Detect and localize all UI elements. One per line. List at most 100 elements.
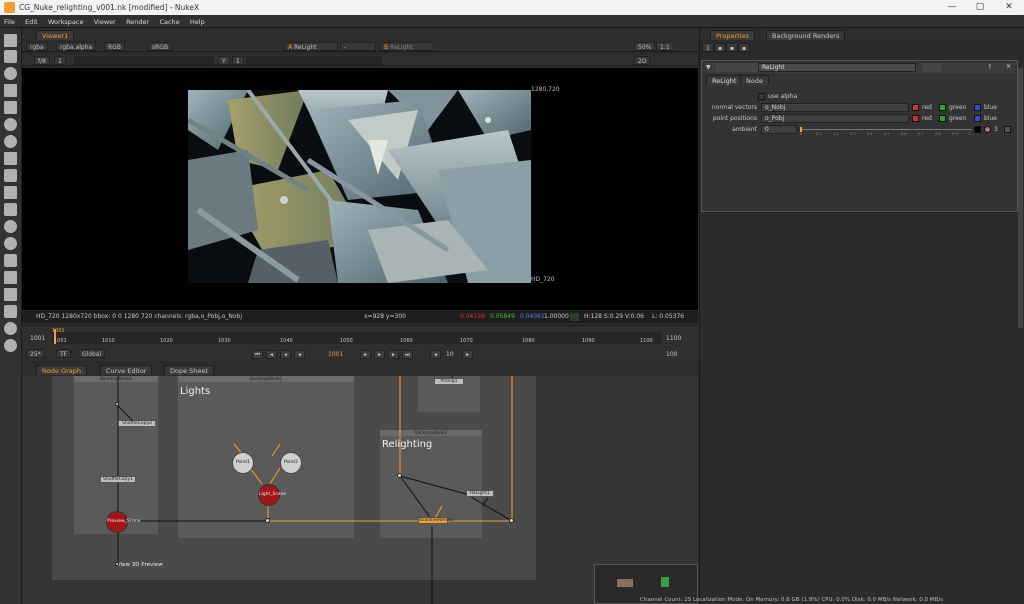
tab-viewer1[interactable]: Viewer1: [36, 30, 75, 40]
collapse-icon[interactable]: ▼: [706, 64, 711, 71]
color-wheel-icon[interactable]: [984, 126, 991, 133]
wipe-mode-dropdown[interactable]: -: [340, 42, 376, 51]
view-mode-dropdown[interactable]: 2D: [634, 56, 651, 65]
proxy-ratio-dropdown[interactable]: 1:1: [656, 42, 674, 51]
previous-keyframe-button[interactable]: ◂: [266, 350, 277, 359]
close-panel-icon[interactable]: ✕: [1006, 63, 1011, 70]
shuffle-copy-node[interactable]: ShuffleCopy1: [100, 476, 136, 483]
ambient-slider[interactable]: [800, 129, 972, 130]
input-a-dropdown[interactable]: A ReLight: [284, 42, 338, 51]
dot-node[interactable]: [115, 402, 119, 406]
nuke-logo-icon[interactable]: [4, 339, 17, 352]
timeline-start[interactable]: 1001: [30, 335, 45, 342]
node-header-buttons[interactable]: [716, 63, 760, 72]
tab-properties[interactable]: Properties: [710, 30, 755, 40]
help-icon[interactable]: ?: [988, 64, 991, 71]
maximize-button[interactable]: ▢: [973, 1, 987, 13]
node-color-buttons[interactable]: [922, 63, 942, 72]
point-light-node[interactable]: Point2: [280, 452, 302, 474]
menu-workspace[interactable]: Workspace: [44, 15, 88, 26]
furnace-tools-icon[interactable]: [4, 305, 17, 318]
menu-cache[interactable]: Cache: [155, 15, 183, 26]
play-forward-button[interactable]: ▸: [360, 350, 371, 359]
green-channel-checkbox[interactable]: [939, 104, 946, 111]
gamma-slider[interactable]: [246, 56, 382, 65]
increment-field[interactable]: 10: [446, 351, 454, 358]
frame-range-end-field[interactable]: 100: [666, 351, 677, 358]
timeline-end[interactable]: 1100: [666, 335, 681, 342]
step-back-increment-button[interactable]: ◂: [430, 350, 441, 359]
menu-help[interactable]: Help: [186, 15, 209, 26]
node-graph-canvas[interactable]: BackdropNode1 BackdropNode2 Lights Backd…: [22, 376, 698, 604]
fps-field[interactable]: 25*: [26, 349, 45, 358]
current-frame-field[interactable]: 1001: [328, 351, 343, 358]
view-3d-preview-label[interactable]: View 3D Preview: [117, 562, 163, 568]
goto-start-button[interactable]: ⏮: [252, 350, 263, 359]
float-icon[interactable]: ▪: [726, 43, 739, 52]
metadata-tools-icon[interactable]: [4, 254, 17, 267]
color-swatch-button[interactable]: [974, 126, 981, 133]
timeline-scope-dropdown[interactable]: Global: [78, 349, 106, 358]
step-back-button[interactable]: ◂: [280, 350, 291, 359]
tab-background-renders[interactable]: Background Renders: [766, 30, 846, 40]
viewer-lut-dropdown[interactable]: sRGB: [148, 42, 173, 51]
gamma-field[interactable]: 1: [232, 56, 244, 65]
blue-channel-checkbox[interactable]: [974, 104, 981, 111]
lock-icon[interactable]: ▪: [714, 43, 727, 52]
tab-relight[interactable]: ReLight: [706, 75, 743, 85]
red-channel-checkbox[interactable]: [912, 115, 919, 122]
keyer-tools-icon[interactable]: [4, 135, 17, 148]
fstop-field[interactable]: f/8: [34, 56, 50, 65]
input-b-dropdown[interactable]: B ReLight: [380, 42, 434, 51]
menu-file[interactable]: File: [0, 15, 19, 26]
gain-field[interactable]: 1: [54, 56, 66, 65]
colorspace-dropdown[interactable]: RGB: [104, 42, 125, 51]
toolsets-icon[interactable]: [4, 271, 17, 284]
merge-tools-icon[interactable]: [4, 152, 17, 165]
color-tools-icon[interactable]: [4, 101, 17, 114]
close-button[interactable]: ✕: [1002, 1, 1016, 13]
node-name-field[interactable]: ReLight: [758, 63, 916, 72]
channels-dropdown[interactable]: rgba: [26, 42, 48, 51]
point-positions-dropdown[interactable]: o_Pobj: [761, 114, 909, 123]
tab-node[interactable]: Node: [740, 75, 769, 85]
blue-channel-checkbox[interactable]: [974, 115, 981, 122]
shuffle-copy-node[interactable]: ShuffleCopy2: [118, 420, 156, 427]
3d-tools-icon[interactable]: [4, 186, 17, 199]
animation-menu-icon[interactable]: [1004, 126, 1011, 133]
particles-tools-icon[interactable]: [4, 203, 17, 216]
other-tools-icon[interactable]: [4, 288, 17, 301]
ambient-value-field[interactable]: 0: [761, 125, 797, 134]
deep-tools-icon[interactable]: [4, 220, 17, 233]
alpha-channel-dropdown[interactable]: rgba.alpha: [56, 42, 97, 51]
green-channel-checkbox[interactable]: [939, 115, 946, 122]
tab-node-graph[interactable]: Node Graph: [36, 365, 87, 375]
dot-node[interactable]: [397, 473, 402, 478]
image-tools-icon[interactable]: [4, 34, 17, 47]
preview-scene-node[interactable]: Preview_Scene: [106, 511, 141, 533]
play-backward-button[interactable]: ◂: [294, 350, 305, 359]
draw-tools-icon[interactable]: [4, 50, 17, 63]
settings-gear-icon[interactable]: [4, 322, 17, 335]
use-alpha-checkbox[interactable]: [758, 93, 765, 100]
next-keyframe-button[interactable]: ▸: [388, 350, 399, 359]
phong-shader-node[interactable]: Phong1: [434, 378, 464, 385]
normal-vectors-dropdown[interactable]: o_Nobj: [761, 103, 909, 112]
max-panels-field[interactable]: 1: [702, 43, 714, 52]
scanline-render-node[interactable]: ScanlineRender: [418, 517, 454, 524]
tab-dope-sheet[interactable]: Dope Sheet: [164, 365, 214, 375]
channel-tools-icon[interactable]: [4, 84, 17, 97]
clear-panels-icon[interactable]: ▪: [738, 43, 751, 52]
dot-node[interactable]: [115, 562, 119, 566]
menu-edit[interactable]: Edit: [21, 15, 42, 26]
gain-slider[interactable]: [74, 56, 214, 65]
step-forward-increment-button[interactable]: ▸: [462, 350, 473, 359]
menu-viewer[interactable]: Viewer: [90, 15, 120, 26]
timeline[interactable]: 1001 1001 1001 1010 1020 1030 1040 1050 …: [22, 325, 698, 361]
goto-end-button[interactable]: ⏭: [402, 350, 413, 359]
relight-node[interactable]: ReLight1: [466, 490, 494, 497]
minimize-button[interactable]: —: [945, 1, 959, 13]
views-tools-icon[interactable]: [4, 237, 17, 250]
point-light-node[interactable]: Point1: [232, 452, 254, 474]
viewer-canvas[interactable]: 1280,720 HD_720: [22, 68, 698, 310]
